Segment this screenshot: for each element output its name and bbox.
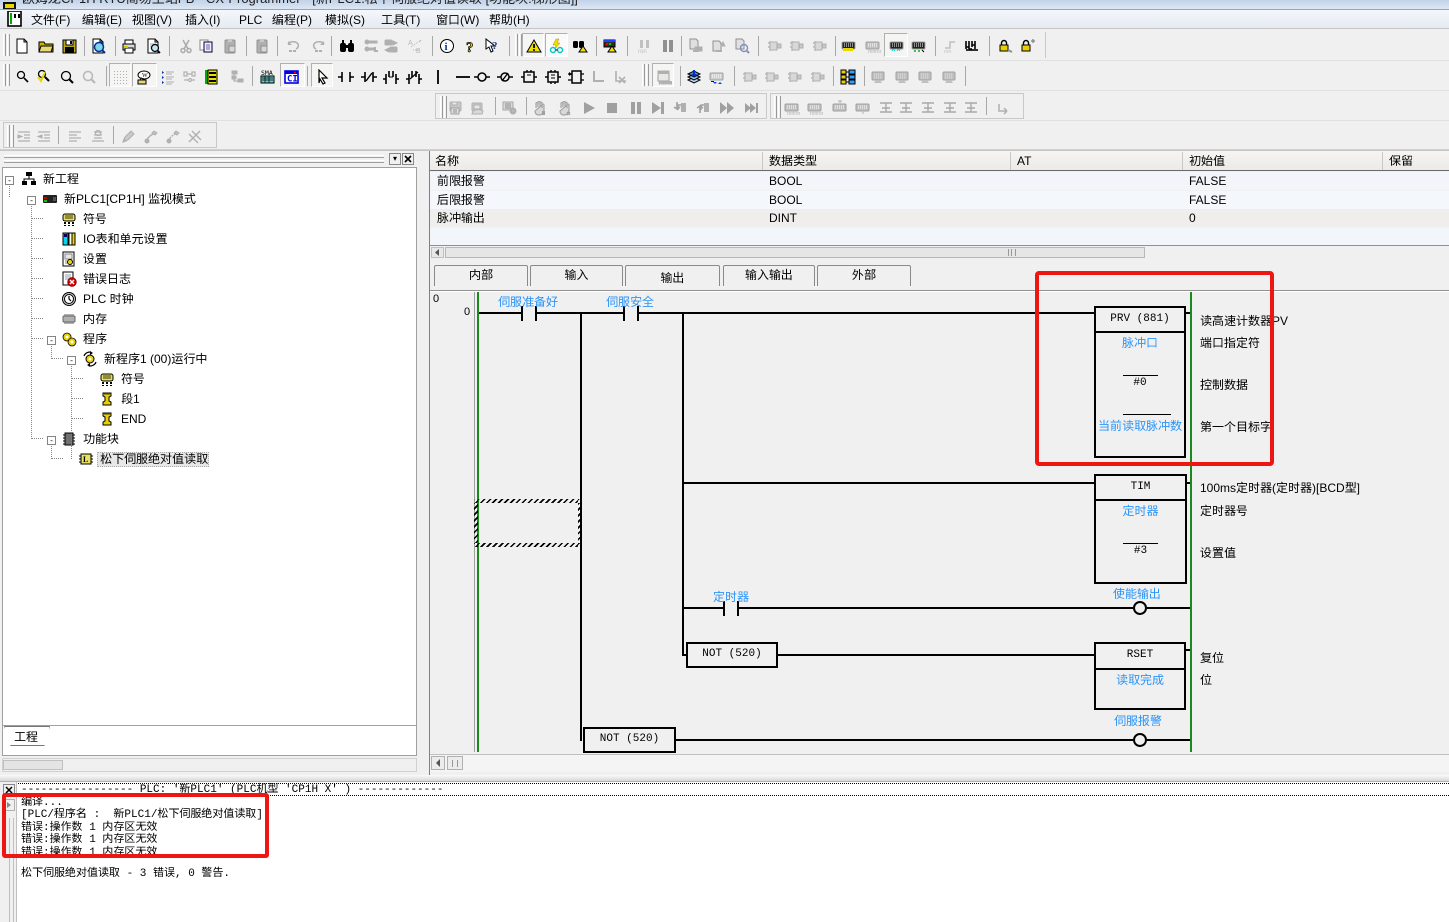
svg-text:ronron: ronron (659, 80, 672, 85)
svg-text:ronron: ronron (810, 111, 823, 116)
svg-text:i: i (445, 41, 448, 53)
svg-text:ronron: ronron (868, 49, 881, 54)
svg-text:?: ? (492, 40, 498, 52)
svg-text:?: ? (466, 40, 474, 54)
svg-text:ronron: ronron (787, 111, 800, 116)
svg-text:W: W (142, 73, 148, 79)
svg-text:A: A (408, 40, 413, 47)
svg-text:ron: ron (944, 49, 951, 54)
svg-text:L: L (83, 455, 88, 464)
svg-text:CI: CI (287, 75, 298, 85)
svg-text:ron: ron (638, 49, 647, 54)
svg-text:B: B (416, 48, 421, 54)
